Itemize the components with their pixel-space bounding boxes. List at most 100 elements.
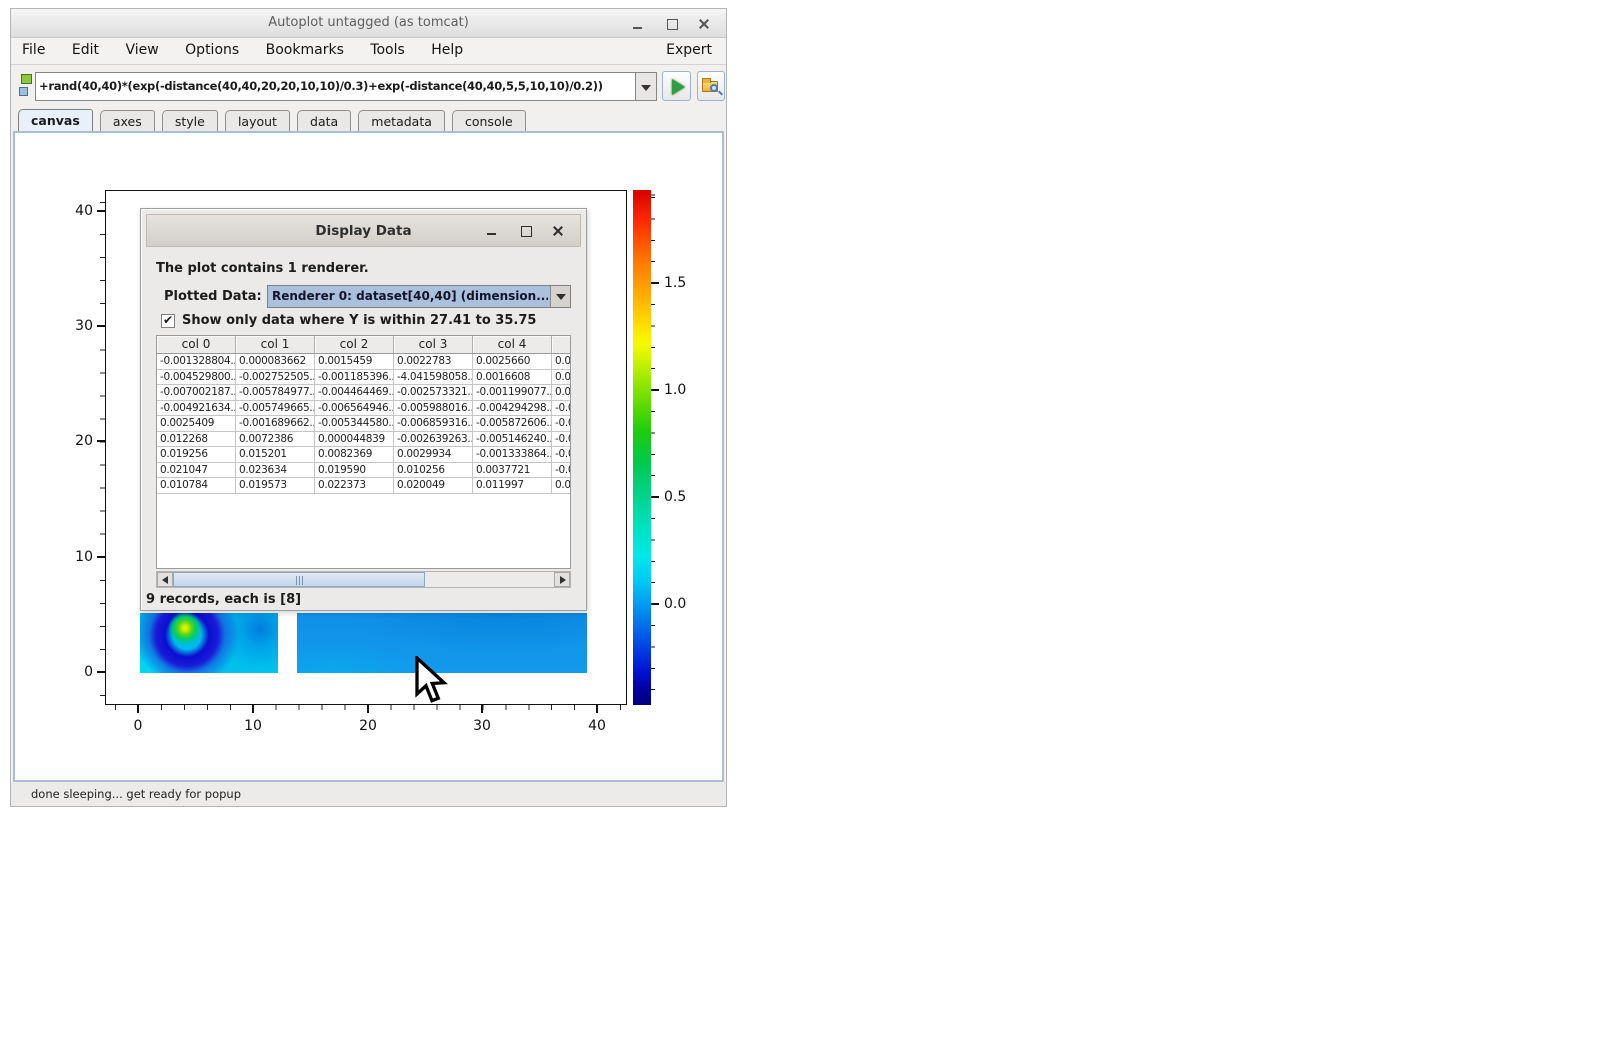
table-cell[interactable]: -0.001185396...: [315, 370, 394, 386]
combobox-arrow-icon[interactable]: [550, 286, 570, 307]
table-cell[interactable]: -0.001199077...: [473, 385, 552, 401]
filter-checkbox[interactable]: ✔: [161, 314, 175, 328]
minimize-icon[interactable]: [632, 18, 644, 30]
table-cell[interactable]: -0.004529800...: [157, 370, 236, 386]
table-cell[interactable]: -0.001333864...: [473, 447, 552, 463]
column-header[interactable]: [552, 336, 571, 353]
dialog-titlebar[interactable]: Display Data: [146, 214, 581, 247]
menu-edit[interactable]: Edit: [61, 38, 110, 65]
column-header[interactable]: col 1: [236, 336, 315, 353]
data-table[interactable]: col 0col 1col 2col 3col 4 -0.001328804..…: [156, 335, 571, 569]
tab-metadata[interactable]: metadata: [358, 110, 445, 131]
table-cell[interactable]: -0.006564946...: [315, 401, 394, 417]
table-row[interactable]: 0.0107840.0195730.0223730.0200490.011997…: [157, 478, 570, 494]
dialog-close-icon[interactable]: [552, 225, 564, 237]
table-cell[interactable]: 0.00: [552, 385, 571, 401]
table-cell[interactable]: 0.0016608: [473, 370, 552, 386]
renderer-combobox[interactable]: Renderer 0: dataset[40,40] (dimension...: [267, 285, 571, 308]
table-cell[interactable]: 0.012268: [157, 432, 236, 448]
tab-console[interactable]: console: [452, 110, 526, 131]
table-cell[interactable]: -0.005872606...: [473, 416, 552, 432]
table-cell[interactable]: 0.019573: [236, 478, 315, 494]
table-cell[interactable]: -0.002573321...: [394, 385, 473, 401]
menu-bookmarks[interactable]: Bookmarks: [255, 38, 355, 65]
scroll-left-icon[interactable]: [157, 572, 173, 587]
table-cell[interactable]: 0.010784: [157, 478, 236, 494]
table-cell[interactable]: -0.004921634...: [157, 401, 236, 417]
dialog-maximize-icon[interactable]: [520, 225, 532, 237]
table-cell[interactable]: 0.0025409: [157, 416, 236, 432]
table-cell[interactable]: -0.005344580...: [315, 416, 394, 432]
table-cell[interactable]: -4.041598058...: [394, 370, 473, 386]
table-cell[interactable]: 0.010256: [394, 463, 473, 479]
uri-input[interactable]: +rand(40,40)*(exp(-distance(40,40,20,20,…: [35, 72, 636, 101]
table-cell[interactable]: 0.021047: [157, 463, 236, 479]
maximize-icon[interactable]: [666, 18, 678, 30]
tab-data[interactable]: data: [297, 110, 351, 131]
tab-canvas[interactable]: canvas: [18, 109, 93, 131]
uri-dropdown-icon[interactable]: [635, 72, 657, 101]
inspect-uri-button[interactable]: [697, 71, 725, 101]
table-cell[interactable]: 0.0015459: [315, 354, 394, 370]
table-row[interactable]: 0.0210470.0236340.0195900.0102560.003772…: [157, 463, 570, 479]
table-cell[interactable]: -0.005749665...: [236, 401, 315, 417]
table-cell[interactable]: 0.019590: [315, 463, 394, 479]
table-row[interactable]: -0.001328804...0.0000836620.00154590.002…: [157, 354, 570, 370]
table-cell[interactable]: -0.0: [552, 401, 571, 417]
table-cell[interactable]: 0.0072386: [236, 432, 315, 448]
menu-help[interactable]: Help: [420, 38, 474, 65]
table-cell[interactable]: 0.0082369: [315, 447, 394, 463]
table-cell[interactable]: -0.001328804...: [157, 354, 236, 370]
table-cell[interactable]: -0.005146240...: [473, 432, 552, 448]
column-header[interactable]: col 0: [157, 336, 236, 353]
table-cell[interactable]: -0.0: [552, 432, 571, 448]
table-cell[interactable]: 0.000083662: [236, 354, 315, 370]
plot-go-button[interactable]: [662, 71, 691, 101]
table-cell[interactable]: -0.0: [552, 447, 571, 463]
table-row[interactable]: -0.004529800...-0.002752505...-0.0011853…: [157, 370, 570, 386]
scroll-right-icon[interactable]: [554, 572, 570, 587]
table-cell[interactable]: -0.002639263...: [394, 432, 473, 448]
table-cell[interactable]: 0.019256: [157, 447, 236, 463]
table-cell[interactable]: 0.0037721: [473, 463, 552, 479]
table-cell[interactable]: -0.004464469...: [315, 385, 394, 401]
table-cell[interactable]: -0.0: [552, 416, 571, 432]
table-cell[interactable]: -0.005988016...: [394, 401, 473, 417]
column-header[interactable]: col 4: [473, 336, 552, 353]
table-cell[interactable]: -0.002752505...: [236, 370, 315, 386]
dialog-minimize-icon[interactable]: [486, 225, 498, 237]
table-cell[interactable]: 0.015201: [236, 447, 315, 463]
table-cell[interactable]: 0.0022783: [394, 354, 473, 370]
close-icon[interactable]: [698, 18, 710, 30]
plot-canvas[interactable]: 40 30 20 10 0 0 10 20 30 40 1.5 1.: [13, 131, 724, 782]
table-row[interactable]: 0.0192560.0152010.00823690.0029934-0.001…: [157, 447, 570, 463]
menu-options[interactable]: Options: [174, 38, 250, 65]
table-cell[interactable]: 0.011997: [473, 478, 552, 494]
tab-layout[interactable]: layout: [225, 110, 290, 131]
tab-style[interactable]: style: [162, 110, 218, 131]
tab-axes[interactable]: axes: [100, 110, 155, 131]
table-row[interactable]: 0.0122680.00723860.000044839-0.002639263…: [157, 432, 570, 448]
scrollbar-thumb[interactable]: [173, 572, 425, 587]
column-header[interactable]: col 2: [315, 336, 394, 353]
table-cell[interactable]: 0.00: [552, 478, 571, 494]
table-cell[interactable]: 0.022373: [315, 478, 394, 494]
table-cell[interactable]: 0.00: [552, 354, 571, 370]
table-cell[interactable]: -0.004294298...: [473, 401, 552, 417]
table-cell[interactable]: -0.005784977...: [236, 385, 315, 401]
menu-file[interactable]: File: [11, 38, 56, 65]
table-cell[interactable]: 0.00: [552, 370, 571, 386]
table-cell[interactable]: 0.000044839: [315, 432, 394, 448]
table-cell[interactable]: 0.0025660: [473, 354, 552, 370]
table-cell[interactable]: -0.001689662...: [236, 416, 315, 432]
table-cell[interactable]: 0.023634: [236, 463, 315, 479]
table-cell[interactable]: -0.0: [552, 463, 571, 479]
table-cell[interactable]: -0.006859316...: [394, 416, 473, 432]
table-horizontal-scrollbar[interactable]: [156, 571, 571, 588]
menu-tools[interactable]: Tools: [359, 38, 416, 65]
table-row[interactable]: -0.004921634...-0.005749665...-0.0065649…: [157, 401, 570, 417]
table-row[interactable]: -0.007002187...-0.005784977...-0.0044644…: [157, 385, 570, 401]
column-header[interactable]: col 3: [394, 336, 473, 353]
menu-view[interactable]: View: [114, 38, 169, 65]
table-cell[interactable]: -0.007002187...: [157, 385, 236, 401]
